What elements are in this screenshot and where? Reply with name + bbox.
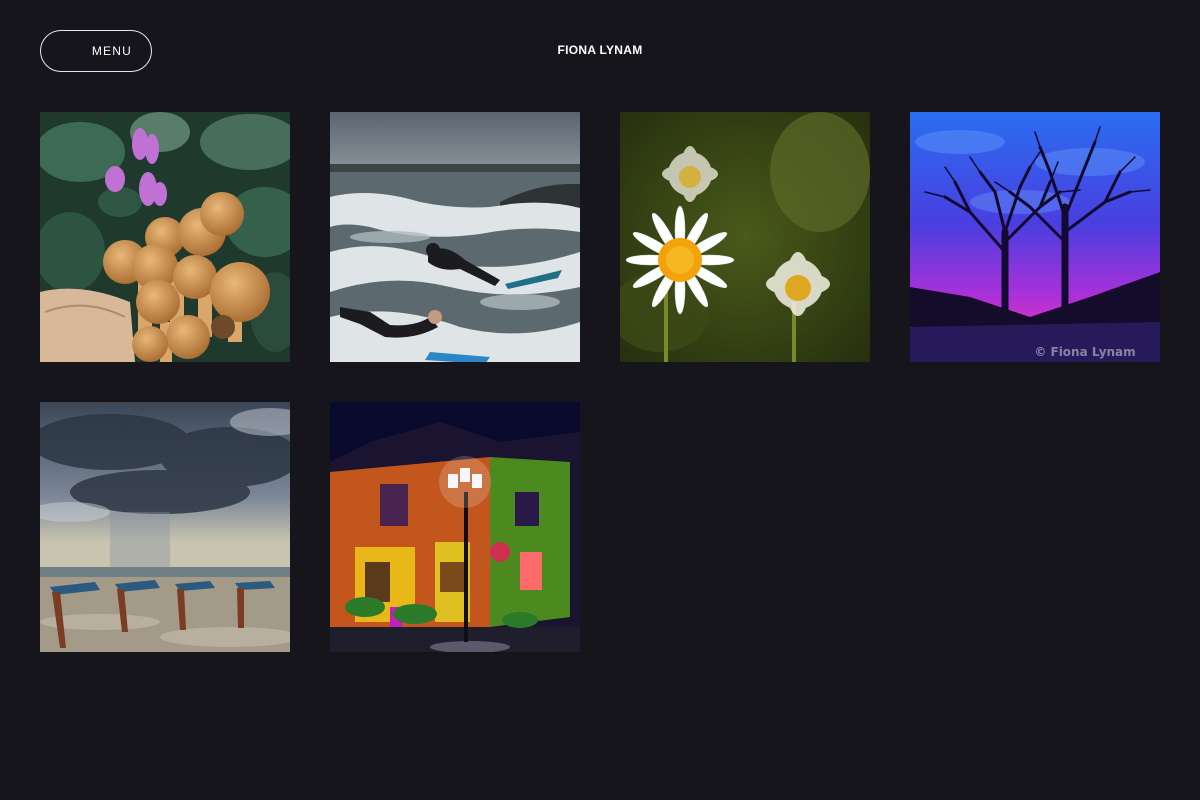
storm-beach-photo	[40, 402, 290, 652]
gallery-image-village-night[interactable]	[330, 402, 580, 652]
watermark-text: © Fiona Lynam	[1034, 345, 1135, 359]
daisies-photo	[620, 112, 870, 362]
gallery-image-surfers[interactable]	[330, 112, 580, 362]
site-title[interactable]: FIONA LYNAM	[0, 43, 1200, 57]
gallery-image-trees[interactable]: © Fiona Lynam	[910, 112, 1160, 362]
surfers-photo	[330, 112, 580, 362]
mushrooms-photo	[40, 112, 290, 362]
trees-photo: © Fiona Lynam	[910, 112, 1160, 362]
village-night-photo	[330, 402, 580, 652]
gallery-image-daisies[interactable]	[620, 112, 870, 362]
gallery-image-mushrooms[interactable]	[40, 112, 290, 362]
gallery-image-storm-beach[interactable]	[40, 402, 290, 652]
